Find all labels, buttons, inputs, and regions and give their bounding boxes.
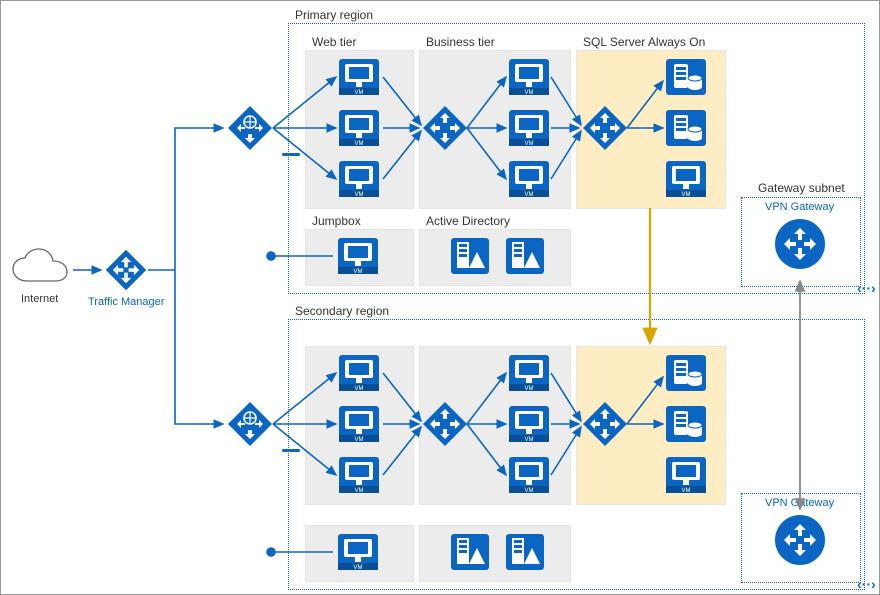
expand-handle-icon[interactable]: ‹··›: [857, 576, 876, 592]
vm-icon: [339, 406, 379, 443]
vpn-gateway-icon: [775, 515, 825, 565]
primary-business-lb-icon: [423, 106, 467, 150]
region-collapse-handle[interactable]: [282, 153, 300, 156]
jumpbox-vm-icon: [338, 534, 378, 571]
vm-icon: [509, 406, 549, 443]
icon-layer: VM: [1, 1, 880, 595]
vm-icon: [509, 161, 549, 198]
vm-icon: [339, 457, 379, 494]
db-icon: [666, 406, 706, 442]
db-icon: [666, 59, 706, 95]
diagram-canvas: Internet Traffic Manager Primary region …: [0, 0, 880, 595]
vm-icon: [666, 161, 706, 198]
secondary-internet-lb-icon: [228, 402, 272, 446]
vm-icon: [509, 59, 549, 96]
db-icon: [666, 355, 706, 391]
vm-icon: [666, 457, 706, 494]
vm-icon: [339, 161, 379, 198]
ad-icon: [506, 534, 544, 570]
jumpbox-vm-icon: [338, 238, 378, 275]
secondary-business-lb-icon: [423, 402, 467, 446]
vm-icon: [509, 355, 549, 392]
vpn-gateway-icon: [775, 219, 825, 269]
ad-icon: [451, 534, 489, 570]
ad-icon: [451, 238, 489, 274]
db-icon: [666, 110, 706, 146]
expand-handle-icon[interactable]: ‹··›: [857, 280, 876, 296]
primary-internet-lb-icon: [228, 106, 272, 150]
vm-icon: [339, 355, 379, 392]
vm-icon: [509, 457, 549, 494]
secondary-sql-lb-icon: [583, 402, 627, 446]
vm-icon: [339, 59, 379, 96]
ad-icon: [506, 238, 544, 274]
primary-sql-lb-icon: [583, 106, 627, 150]
vm-icon: [339, 110, 379, 147]
region-collapse-handle[interactable]: [282, 449, 300, 452]
vm-icon: [509, 110, 549, 147]
